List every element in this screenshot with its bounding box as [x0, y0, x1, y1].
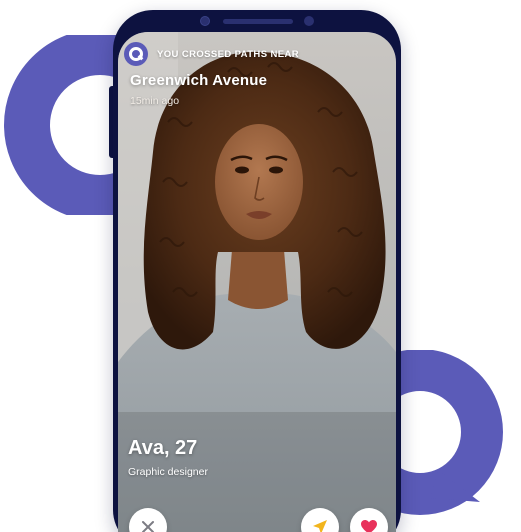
close-icon: [142, 521, 154, 532]
front-camera: [200, 16, 210, 26]
heart-icon: [361, 520, 377, 532]
paper-plane-icon: [313, 520, 327, 532]
profile-occupation: Graphic designer: [128, 466, 208, 478]
app-screen: YOU CROSSED PATHS NEAR Greenwich Avenue …: [118, 32, 396, 532]
phone-frame: YOU CROSSED PATHS NEAR Greenwich Avenue …: [113, 10, 401, 532]
time-ago: 15min ago: [130, 95, 180, 107]
earpiece-speaker: [223, 19, 293, 24]
promo-stage: YOU CROSSED PATHS NEAR Greenwich Avenue …: [0, 0, 521, 532]
banner-text: YOU CROSSED PATHS NEAR: [157, 48, 299, 60]
location-name: Greenwich Avenue: [130, 72, 268, 89]
crossed-paths-banner: YOU CROSSED PATHS NEAR: [124, 42, 299, 66]
app-logo-icon: [124, 42, 148, 66]
background-logo-right: [390, 350, 503, 515]
sensor-dot: [304, 16, 314, 26]
profile-name-age: Ava, 27: [128, 437, 198, 459]
